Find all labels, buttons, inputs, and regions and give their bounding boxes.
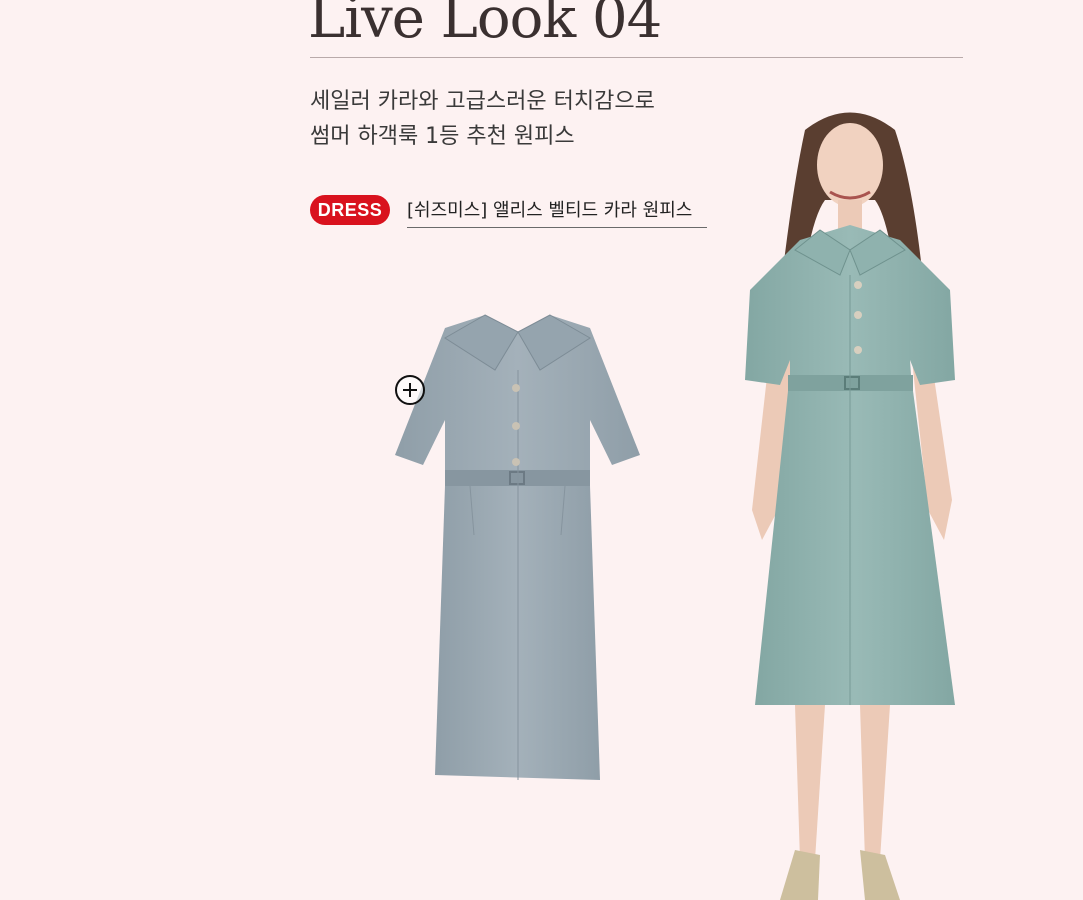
model-image — [745, 112, 955, 900]
product-flat-image[interactable] — [390, 310, 645, 785]
subtitle-line-1: 세일러 카라와 고급스러운 터치감으로 — [310, 89, 655, 114]
title-divider — [310, 57, 963, 58]
product-name-link[interactable]: [쉬즈미스] 앨리스 벨티드 카라 원피스 — [407, 196, 707, 228]
subtitle-line-2: 썸머 하객룩 1등 추천 원피스 — [310, 124, 575, 149]
plus-circle-icon[interactable] — [395, 375, 425, 405]
category-badge: DRESS — [310, 195, 390, 225]
page-title: Live Look 04 — [308, 0, 662, 51]
subtitle: 세일러 카라와 고급스러운 터치감으로 썸머 하객룩 1등 추천 원피스 — [310, 84, 655, 154]
